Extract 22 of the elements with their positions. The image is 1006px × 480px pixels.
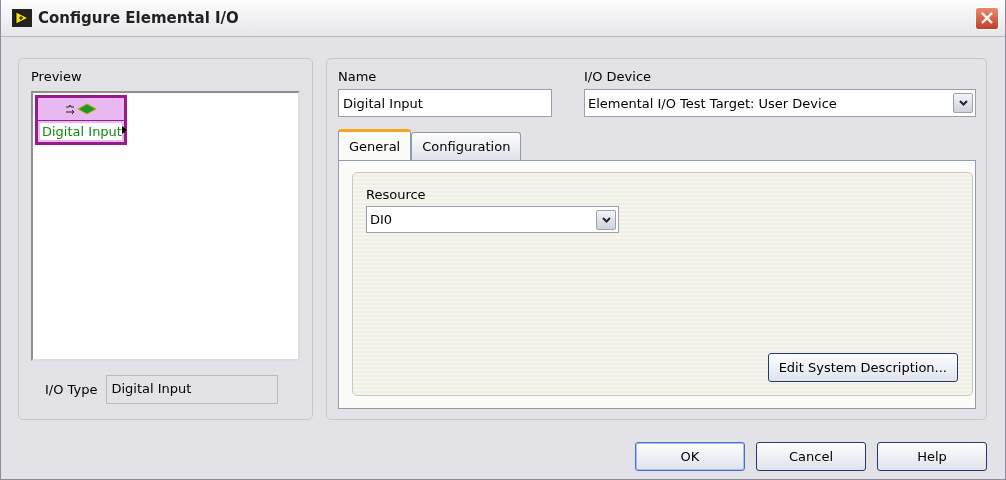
- resource-label: Resource: [366, 187, 426, 203]
- dialog-button[interactable]: OK: [635, 442, 745, 471]
- io-device-label: I/O Device: [584, 69, 653, 85]
- chevron-down-icon: [958, 100, 968, 106]
- io-type-field: Digital Input: [106, 375, 279, 404]
- tab[interactable]: Configuration: [411, 132, 522, 160]
- app-icon: [12, 9, 32, 27]
- node-label: Digital Input: [42, 124, 122, 139]
- io-type-label: I/O Type: [45, 381, 98, 398]
- chevron-down-icon: [601, 216, 611, 223]
- close-button[interactable]: [975, 6, 999, 30]
- name-label: Name: [338, 69, 378, 85]
- dialog-button[interactable]: Cancel: [756, 442, 866, 471]
- window-title: Configure Elemental I/O: [38, 9, 240, 27]
- edit-system-description-button[interactable]: Edit System Description...: [767, 353, 958, 382]
- name-field[interactable]: Digital Input: [338, 89, 552, 117]
- preview-label: Preview: [31, 69, 83, 85]
- close-icon: [981, 12, 993, 24]
- tab[interactable]: General: [338, 129, 412, 160]
- io-device-dropdown[interactable]: Elemental I/O Test Target: User Device: [584, 89, 976, 117]
- dialog-button[interactable]: Help: [877, 442, 987, 471]
- resource-dropdown[interactable]: DI0: [366, 206, 619, 233]
